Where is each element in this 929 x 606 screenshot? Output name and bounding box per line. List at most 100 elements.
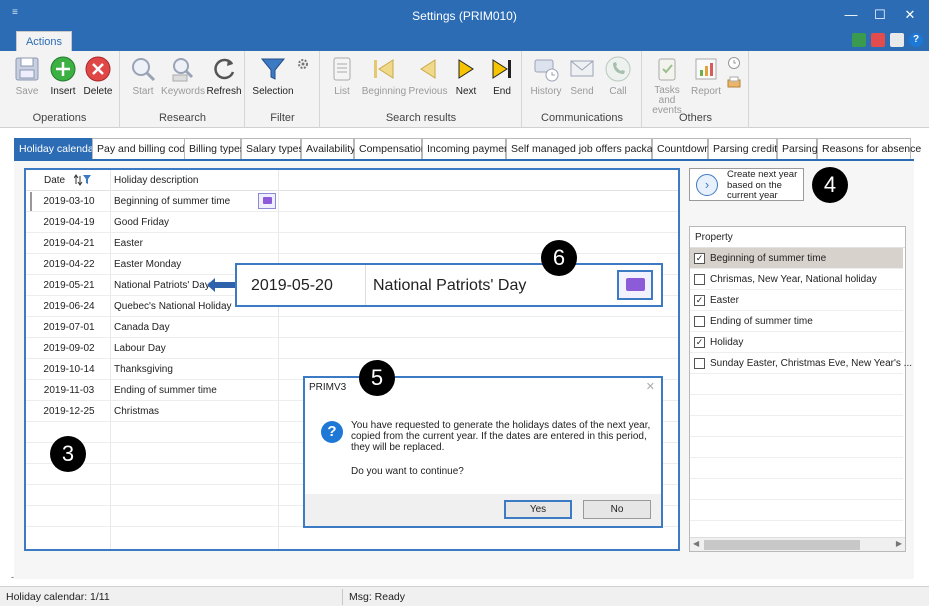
property-panel: Property ✓ Beginning of summer time Chri… bbox=[689, 226, 912, 552]
tab-compensation[interactable]: Compensation bbox=[354, 138, 427, 160]
property-item[interactable]: Sunday Easter, Christmas Eve, New Year's… bbox=[690, 353, 912, 374]
checkbox-checked[interactable]: ✓ bbox=[694, 253, 705, 264]
property-item[interactable]: ✓ Easter bbox=[690, 290, 903, 311]
previous-button[interactable]: Previous bbox=[407, 55, 449, 97]
tab-billing-types[interactable]: Billing types bbox=[184, 138, 245, 160]
no-button[interactable]: No bbox=[583, 500, 651, 519]
save-button[interactable]: Save bbox=[8, 55, 46, 97]
tab-holiday-calendar[interactable]: Holiday calendar bbox=[14, 138, 97, 160]
tab-parsing-credits[interactable]: Parsing credits bbox=[708, 138, 782, 160]
dialog-title: PRIMV3 bbox=[309, 382, 347, 393]
checkbox-checked[interactable]: ✓ bbox=[694, 337, 705, 348]
collapse-icon[interactable]: - bbox=[11, 572, 14, 582]
insert-button[interactable]: Insert bbox=[44, 55, 82, 97]
property-row-empty bbox=[690, 458, 903, 479]
help-icon[interactable]: ? bbox=[909, 33, 923, 47]
group-label-others: Others bbox=[678, 112, 712, 124]
table-row[interactable]: 2019-09-02 Labour Day bbox=[26, 338, 678, 359]
history-button[interactable]: History bbox=[526, 55, 566, 97]
chevron-right-icon: › bbox=[696, 174, 718, 196]
property-item[interactable]: ✓ Holiday bbox=[690, 332, 903, 353]
row-description: Good Friday bbox=[114, 217, 170, 228]
property-item[interactable]: Ending of summer time bbox=[690, 311, 903, 332]
start-button[interactable]: Start bbox=[124, 55, 162, 97]
sort-filter-icon[interactable] bbox=[74, 174, 92, 186]
report-icon bbox=[695, 58, 717, 80]
row-date: 2019-03-10 bbox=[43, 196, 95, 207]
tab-incoming-payment[interactable]: Incoming payment bbox=[422, 138, 513, 160]
tasks-icon bbox=[658, 58, 676, 81]
list-button[interactable]: List bbox=[323, 55, 361, 97]
ribbon-tab-actions[interactable]: Actions bbox=[16, 31, 72, 51]
create-next-year-label: Create next year based on the current ye… bbox=[727, 169, 798, 201]
calendar-icon[interactable] bbox=[871, 33, 885, 47]
scroll-right-icon[interactable]: ▶ bbox=[896, 539, 902, 548]
status-record-count: Holiday calendar: 1/11 bbox=[6, 591, 110, 603]
property-label: Chrismas, New Year, National holiday bbox=[710, 274, 877, 285]
column-header-date[interactable]: Date bbox=[44, 175, 65, 186]
property-item[interactable]: ✓ Beginning of summer time bbox=[690, 248, 903, 269]
call-button[interactable]: Call bbox=[599, 55, 637, 97]
scroll-thumb[interactable] bbox=[704, 540, 860, 550]
keywords-button[interactable]: Keywords bbox=[161, 55, 205, 97]
list-icon bbox=[333, 57, 351, 81]
ribbon-tab-row: Actions ? bbox=[0, 31, 929, 51]
last-icon bbox=[492, 59, 511, 79]
column-header-description[interactable]: Holiday description bbox=[114, 175, 199, 186]
question-icon: ? bbox=[321, 421, 343, 443]
property-row-empty bbox=[690, 500, 903, 521]
selection-button[interactable]: Selection bbox=[250, 55, 296, 97]
report-button[interactable]: Report bbox=[687, 55, 725, 97]
group-label-research: Research bbox=[158, 112, 207, 124]
table-row[interactable]: 2019-03-10 Beginning of summer time bbox=[26, 191, 678, 212]
printer-icon[interactable] bbox=[890, 33, 904, 47]
tab-reasons-for-absence[interactable]: Reasons for absence bbox=[817, 138, 921, 160]
yes-button[interactable]: Yes bbox=[504, 500, 572, 519]
horizontal-scrollbar[interactable]: ◀ ▶ bbox=[690, 537, 905, 551]
checkbox-unchecked[interactable] bbox=[694, 358, 705, 369]
group-label-search-results: Search results bbox=[385, 112, 457, 124]
status-divider bbox=[342, 589, 343, 605]
property-item[interactable]: Chrismas, New Year, National holiday bbox=[690, 269, 903, 290]
delete-button[interactable]: Delete bbox=[79, 55, 117, 97]
table-row[interactable]: 2019-07-01 Canada Day bbox=[26, 317, 678, 338]
next-button[interactable]: Next bbox=[447, 55, 485, 97]
tab-salary-types[interactable]: Salary types bbox=[241, 138, 304, 160]
row-date: 2019-11-03 bbox=[43, 385, 95, 396]
calculator-icon[interactable] bbox=[852, 33, 866, 47]
row-date: 2019-09-02 bbox=[43, 343, 95, 354]
clock-icon[interactable] bbox=[727, 56, 741, 70]
checkbox-checked[interactable]: ✓ bbox=[694, 295, 705, 306]
tab-self-managed-job-offers-packages[interactable]: Self managed job offers packages bbox=[506, 138, 670, 160]
inbox-icon[interactable] bbox=[727, 75, 741, 89]
tasks-and-events-button[interactable]: Tasks and events bbox=[645, 55, 689, 116]
beginning-button[interactable]: Beginning bbox=[359, 55, 409, 97]
tab-countdown[interactable]: Countdown bbox=[652, 138, 710, 160]
create-next-year-button[interactable]: › Create next year based on the current … bbox=[689, 168, 804, 201]
group-label-filter: Filter bbox=[270, 112, 295, 124]
plus-icon bbox=[50, 56, 76, 82]
memo-icon[interactable] bbox=[258, 193, 276, 209]
maximize-button[interactable]: ☐ bbox=[866, 4, 894, 26]
minimize-button[interactable]: — bbox=[837, 4, 865, 26]
tab-parsing[interactable]: Parsing bbox=[777, 138, 818, 160]
table-row[interactable]: 2019-04-19 Good Friday bbox=[26, 212, 678, 233]
property-label: Sunday Easter, Christmas Eve, New Year's… bbox=[710, 358, 913, 369]
refresh-icon bbox=[214, 58, 235, 80]
checkbox-unchecked[interactable] bbox=[694, 274, 705, 285]
filter-settings-gear-icon[interactable] bbox=[296, 57, 310, 71]
previous-icon bbox=[420, 59, 436, 79]
send-button[interactable]: Send bbox=[563, 55, 601, 97]
close-button[interactable]: ✕ bbox=[896, 4, 924, 26]
end-button[interactable]: End bbox=[483, 55, 521, 97]
checkbox-unchecked[interactable] bbox=[694, 316, 705, 327]
dialog-close-button[interactable]: ✕ bbox=[646, 380, 655, 393]
status-message: Msg: Ready bbox=[349, 591, 406, 603]
group-others: Tasks and events Report Others bbox=[643, 51, 749, 128]
refresh-button[interactable]: Refresh bbox=[205, 55, 243, 97]
tab-availability[interactable]: Availability bbox=[301, 138, 355, 160]
table-row[interactable]: 2019-04-21 Easter bbox=[26, 233, 678, 254]
tab-pay-and-billing-codes[interactable]: Pay and billing codes bbox=[92, 138, 198, 160]
table-row-empty bbox=[26, 527, 678, 548]
scroll-left-icon[interactable]: ◀ bbox=[693, 539, 699, 548]
